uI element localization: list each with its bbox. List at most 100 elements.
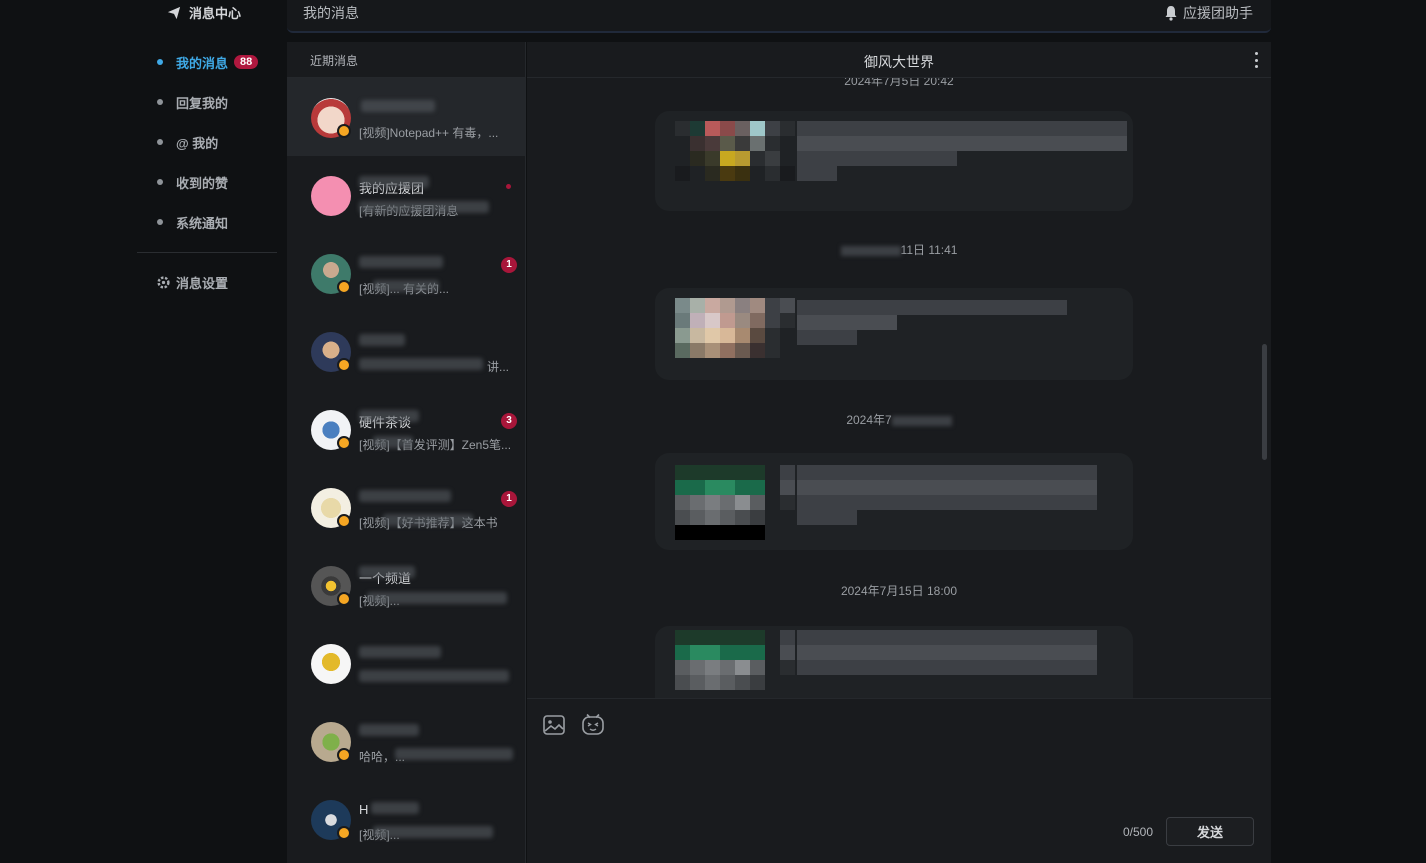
verified-badge-icon (337, 826, 351, 840)
message-bubble[interactable] (655, 626, 1133, 698)
verified-badge-icon (337, 280, 351, 294)
blurred-thumbnail (675, 630, 795, 690)
blurred-text (797, 151, 957, 166)
message-scrollbar[interactable] (1262, 344, 1267, 460)
redacted-name (359, 176, 429, 188)
blurred-text (797, 465, 1097, 480)
bell-icon (1165, 6, 1177, 21)
chat-panel: 御风大世界 2024年7月5日 20:42 11日 11:41 2024年7 2… (527, 42, 1271, 863)
nav-item-label: 收到的赞 (176, 175, 229, 191)
message-timestamp: 2024年7 (527, 411, 1271, 428)
blurred-text (797, 330, 857, 345)
blurred-text (797, 660, 1097, 675)
redacted-name (359, 566, 415, 578)
unread-count-badge: 3 (501, 413, 517, 429)
conversation-item[interactable]: 哈哈，... (287, 702, 525, 780)
conversation-name: H (359, 802, 369, 817)
blurred-text (797, 645, 1097, 660)
nav-item-my-messages[interactable]: 我的消息 88 (157, 52, 259, 72)
blurred-text (797, 630, 1097, 645)
send-button[interactable]: 发送 (1166, 817, 1254, 846)
conversation-preview: 讲... (487, 360, 510, 374)
unread-count-badge: 1 (501, 257, 517, 273)
blurred-text (797, 300, 1067, 315)
redacted-preview (395, 748, 513, 760)
nav-divider (137, 252, 277, 253)
redacted-preview (373, 436, 413, 448)
nav-title: 消息中心 (167, 3, 241, 22)
message-bubble[interactable] (655, 288, 1133, 380)
redacted-name (359, 410, 419, 422)
nav-item-label: 我的消息 (176, 55, 229, 71)
blurred-thumbnail (675, 465, 795, 540)
character-counter: 0/500 (1122, 825, 1153, 839)
message-timestamp: 2024年7月15日 18:00 (840, 584, 958, 598)
redacted-preview (359, 670, 509, 682)
top-header: 我的消息 应援团助手 (287, 0, 1271, 33)
chat-title: 御风大世界 (864, 54, 934, 70)
conversation-item[interactable]: H [视频]... (287, 780, 525, 858)
image-icon[interactable] (542, 713, 566, 737)
redacted-name (359, 646, 441, 658)
support-assistant-label: 应援团助手 (1183, 5, 1253, 21)
message-timestamp: 2024年7月5日 20:42 (844, 78, 954, 88)
redacted-preview (359, 201, 489, 213)
conversation-preview: [视频]Notepad++ 有毒，... (359, 126, 499, 140)
verified-badge-icon (337, 592, 351, 606)
redacted-preview (373, 280, 439, 292)
message-area[interactable]: 2024年7月5日 20:42 11日 11:41 2024年7 2024年7月… (527, 78, 1271, 698)
nav-dot (157, 99, 163, 105)
nav-settings-label: 消息设置 (176, 276, 229, 291)
nav-item-replies[interactable]: 回复我的 (157, 92, 228, 112)
conversation-list: 近期消息 [视频]Notepad++ 有毒，... 我的应援团 [有新的应援团消… (287, 42, 526, 863)
conversation-item[interactable]: 硬件茶谈 [视频]【首发评测】Zen5笔... 3 (287, 390, 525, 468)
avatar (311, 644, 351, 684)
unread-count-badge: 88 (234, 55, 259, 69)
more-vertical-icon[interactable] (1255, 52, 1259, 68)
nav-item-label: 系统通知 (176, 215, 229, 231)
unread-count-badge: 1 (501, 491, 517, 507)
blurred-text (797, 136, 1127, 151)
message-bubble[interactable] (655, 453, 1133, 550)
nav-item-mentions[interactable]: @ 我的 (157, 132, 218, 152)
conversation-item[interactable] (287, 624, 525, 702)
verified-badge-icon (337, 124, 351, 138)
conversation-item[interactable]: [视频]【好书推荐】这本书 1 (287, 468, 525, 546)
blurred-thumbnail (675, 121, 795, 181)
unread-dot (506, 184, 511, 189)
blurred-text (797, 510, 857, 525)
nav-item-settings[interactable]: 消息设置 (157, 273, 228, 292)
chat-header: 御风大世界 (527, 42, 1271, 78)
verified-badge-icon (337, 748, 351, 762)
conversation-item[interactable]: 讲... (287, 312, 525, 390)
blurred-text (797, 121, 1127, 136)
conversation-item[interactable]: [视频]Notepad++ 有毒，... (287, 78, 525, 156)
nav-item-likes[interactable]: 收到的赞 (157, 172, 228, 192)
verified-badge-icon (337, 514, 351, 528)
redacted-name (359, 490, 451, 502)
paper-plane-icon (167, 6, 181, 19)
redacted-preview (373, 826, 493, 838)
conversation-item[interactable]: [视频]... 有关的... 1 (287, 234, 525, 312)
blurred-text (797, 315, 897, 330)
conversation-item[interactable]: 一个频道 [视频]... (287, 546, 525, 624)
blurred-thumbnail (675, 298, 795, 358)
nav-dot (157, 179, 163, 185)
conversation-item[interactable]: 我的应援团 [有新的应援团消息 (287, 156, 525, 234)
redacted-name (359, 256, 443, 268)
redacted-name (359, 724, 419, 736)
message-bubble[interactable] (655, 111, 1133, 211)
emoji-icon[interactable] (581, 713, 605, 737)
support-assistant-link[interactable]: 应援团助手 (1163, 3, 1253, 23)
page-title: 我的消息 (303, 5, 359, 21)
left-nav: 消息中心 我的消息 88 回复我的 @ 我的 收到的赞 系统通知 消息设置 (137, 0, 277, 863)
nav-title-label: 消息中心 (189, 6, 242, 21)
nav-item-label: 回复我的 (176, 95, 229, 111)
nav-item-system[interactable]: 系统通知 (157, 212, 228, 232)
nav-dot (157, 139, 163, 145)
message-composer: 0/500 发送 (527, 698, 1271, 863)
conversation-list-heading: 近期消息 (287, 42, 525, 78)
redacted-name (359, 334, 405, 346)
nav-dot (157, 59, 163, 65)
message-timestamp: 11日 11:41 (527, 241, 1271, 258)
